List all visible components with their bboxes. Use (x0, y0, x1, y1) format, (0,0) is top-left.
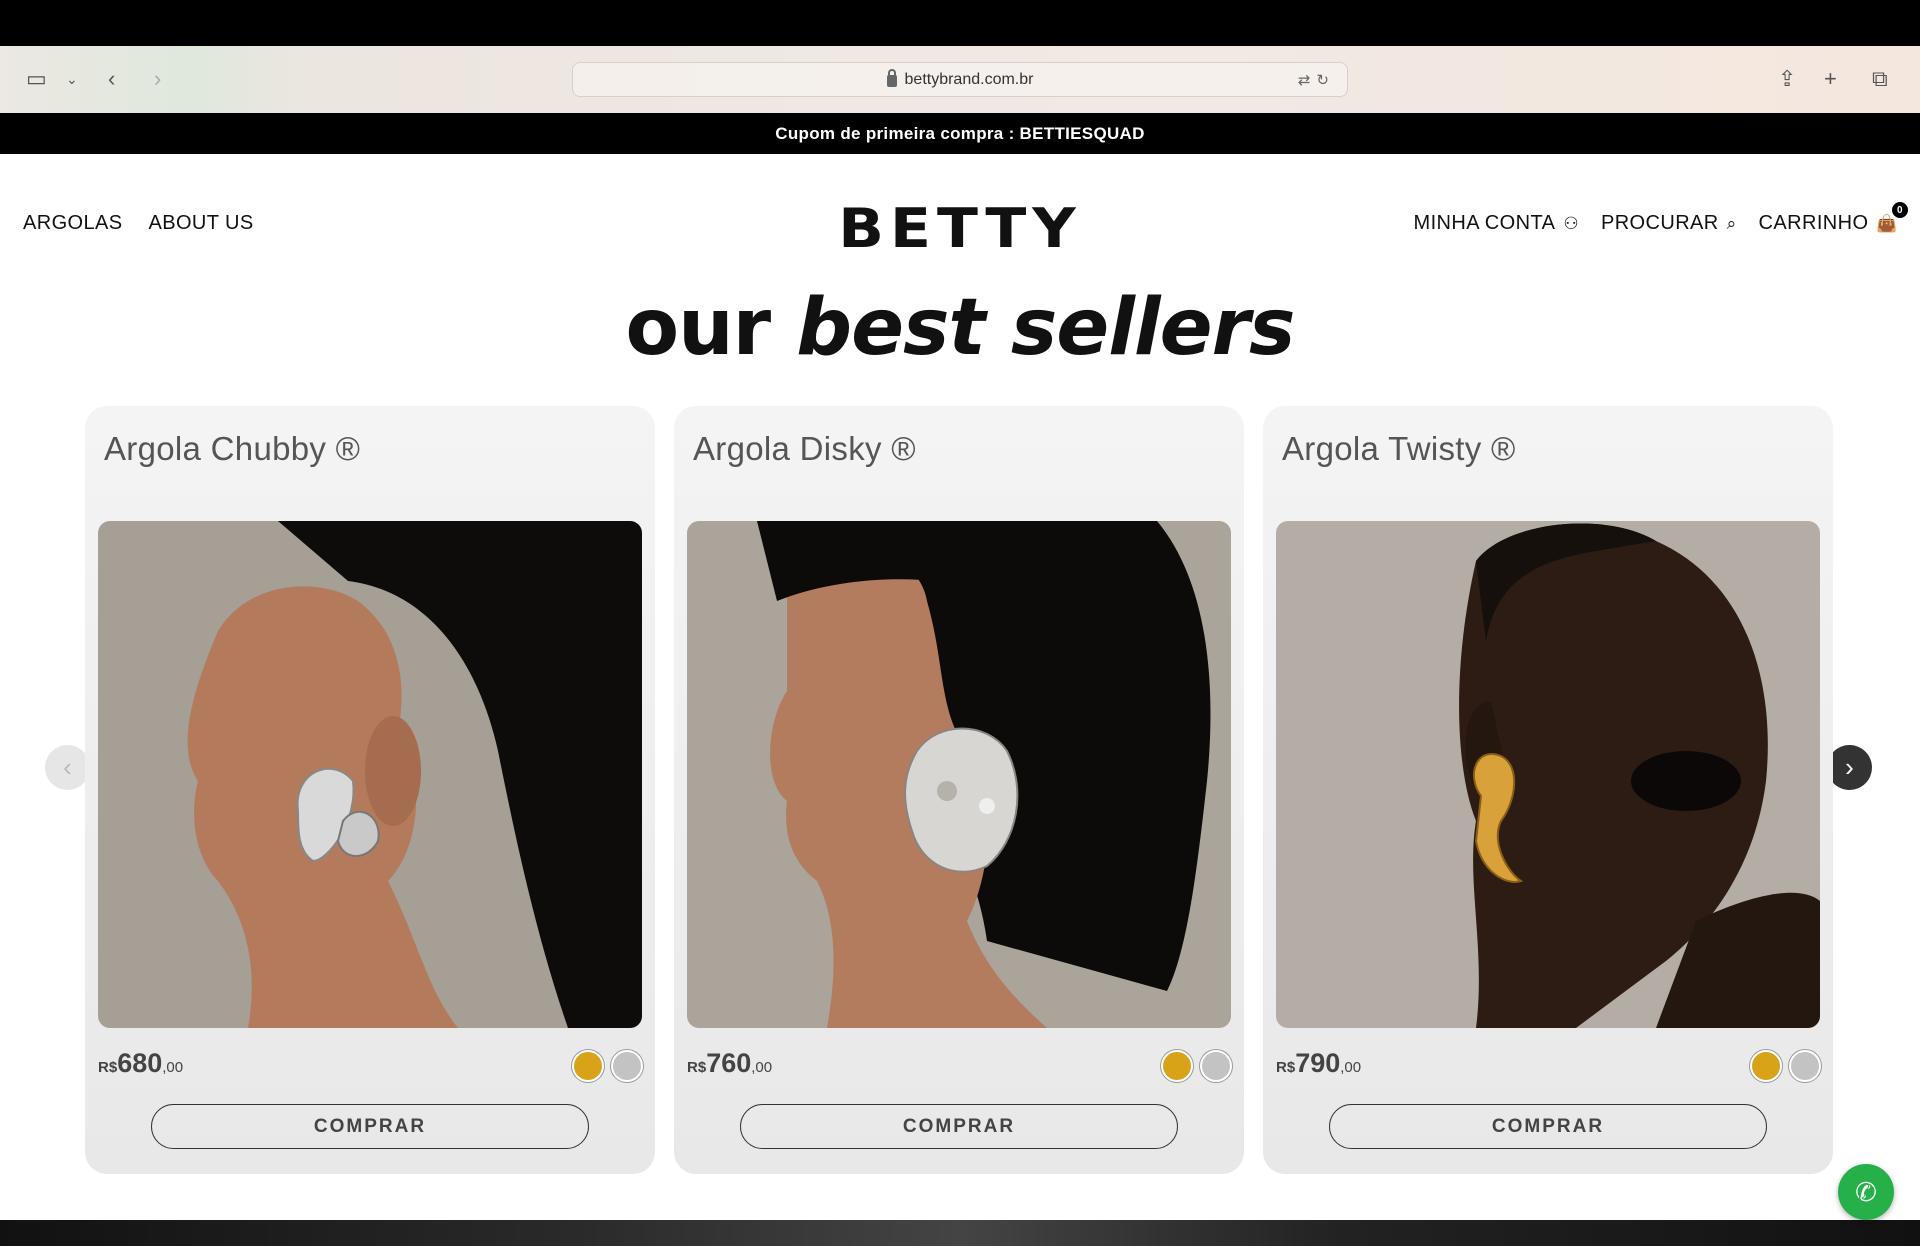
account-link[interactable]: MINHA CONTA ⚇ (1414, 212, 1579, 235)
product-card[interactable]: Argola Chubby ® R$ 680,00 COMPRAR (85, 406, 655, 1174)
promo-banner: Cupom de primeira compra : BETTIESQUAD (0, 113, 1920, 154)
cart-count-badge: 0 (1892, 202, 1908, 218)
product-name[interactable]: Argola Chubby ® (104, 430, 360, 468)
share-icon[interactable]: ⇪ (1778, 68, 1796, 90)
whatsapp-button[interactable]: ✆ (1838, 1164, 1894, 1220)
utility-nav: MINHA CONTA ⚇ PROCURAR ⌕ CARRINHO 👜 0 (1414, 202, 1908, 235)
chevron-right-icon: › (1845, 752, 1854, 782)
price-integer: 680 (117, 1048, 163, 1078)
tabs-overview-icon[interactable]: ⧉ (1872, 68, 1888, 90)
search-icon: ⌕ (1726, 213, 1737, 233)
swatch-silver[interactable] (1200, 1050, 1232, 1082)
price-currency: R$ (98, 1059, 118, 1076)
swatch-silver[interactable] (611, 1050, 643, 1082)
lock-icon (886, 68, 897, 87)
section-title: our best sellers (0, 283, 1920, 373)
url-text: bettybrand.com.br (904, 70, 1034, 88)
product-card[interactable]: Argola Twisty ® R$ 790,00 COMPRAR (1263, 406, 1833, 1174)
price-decimal: ,00 (751, 1059, 773, 1076)
product-image[interactable] (98, 521, 642, 1028)
product-name[interactable]: Argola Disky ® (693, 430, 916, 468)
color-swatches (1161, 1050, 1232, 1082)
price-currency: R$ (1276, 1059, 1296, 1076)
site-header: ARGOLAS ABOUT US BETTY MINHA CONTA ⚇ PRO… (0, 154, 1920, 274)
next-section-banner (0, 1220, 1920, 1246)
product-image[interactable] (1276, 521, 1820, 1028)
product-card[interactable]: Argola Disky ® R$ 760,00 COMPRAR (674, 406, 1244, 1174)
search-label: PROCURAR (1600, 212, 1719, 234)
translate-icon[interactable]: ⇄ (1298, 72, 1317, 89)
swatch-gold[interactable] (1750, 1050, 1782, 1082)
swatch-gold[interactable] (572, 1050, 604, 1082)
price-decimal: ,00 (162, 1059, 184, 1076)
account-label: MINHA CONTA (1413, 212, 1556, 234)
browser-toolbar: ▭ ⌄ ‹ › bettybrand.com.br ⇄↻ ⇪ + ⧉ (0, 46, 1920, 113)
carousel-next-button[interactable]: › (1827, 745, 1872, 790)
color-swatches (572, 1050, 643, 1082)
price-integer: 760 (706, 1048, 752, 1078)
new-tab-icon[interactable]: + (1824, 68, 1837, 90)
back-icon[interactable]: ‹ (108, 68, 115, 90)
buy-button[interactable]: COMPRAR (1329, 1104, 1767, 1149)
price-integer: 790 (1295, 1048, 1341, 1078)
buy-button[interactable]: COMPRAR (740, 1104, 1178, 1149)
forward-icon[interactable]: › (154, 68, 161, 90)
whatsapp-icon: ✆ (1855, 1176, 1877, 1207)
reload-icon[interactable]: ↻ (1316, 72, 1335, 89)
os-top-bar (0, 0, 1920, 46)
swatch-silver[interactable] (1789, 1050, 1821, 1082)
cart-link[interactable]: CARRINHO 👜 0 (1758, 202, 1908, 235)
product-image[interactable] (687, 521, 1231, 1028)
price-currency: R$ (687, 1059, 707, 1076)
price-decimal: ,00 (1340, 1059, 1362, 1076)
product-carousel: Argola Chubby ® R$ 680,00 COMPRAR Argola … (85, 406, 1833, 1174)
section-title-emphasis: best sellers (796, 283, 1295, 373)
sidebar-icon[interactable]: ▭ (26, 68, 47, 90)
user-icon: ⚇ (1563, 213, 1579, 233)
product-price: R$ 680,00 (98, 1048, 183, 1079)
address-bar[interactable]: bettybrand.com.br ⇄↻ (572, 62, 1348, 97)
swatch-gold[interactable] (1161, 1050, 1193, 1082)
color-swatches (1750, 1050, 1821, 1082)
carousel-prev-button[interactable]: ‹ (45, 745, 90, 790)
product-name[interactable]: Argola Twisty ® (1282, 430, 1516, 468)
chevron-down-icon[interactable]: ⌄ (66, 68, 78, 90)
chevron-left-icon: ‹ (63, 752, 72, 782)
product-price: R$ 790,00 (1276, 1048, 1361, 1079)
cart-label: CARRINHO (1758, 212, 1869, 234)
product-price: R$ 760,00 (687, 1048, 772, 1079)
search-link[interactable]: PROCURAR ⌕ (1601, 212, 1737, 235)
section-title-plain: our (625, 283, 772, 373)
buy-button[interactable]: COMPRAR (151, 1104, 589, 1149)
